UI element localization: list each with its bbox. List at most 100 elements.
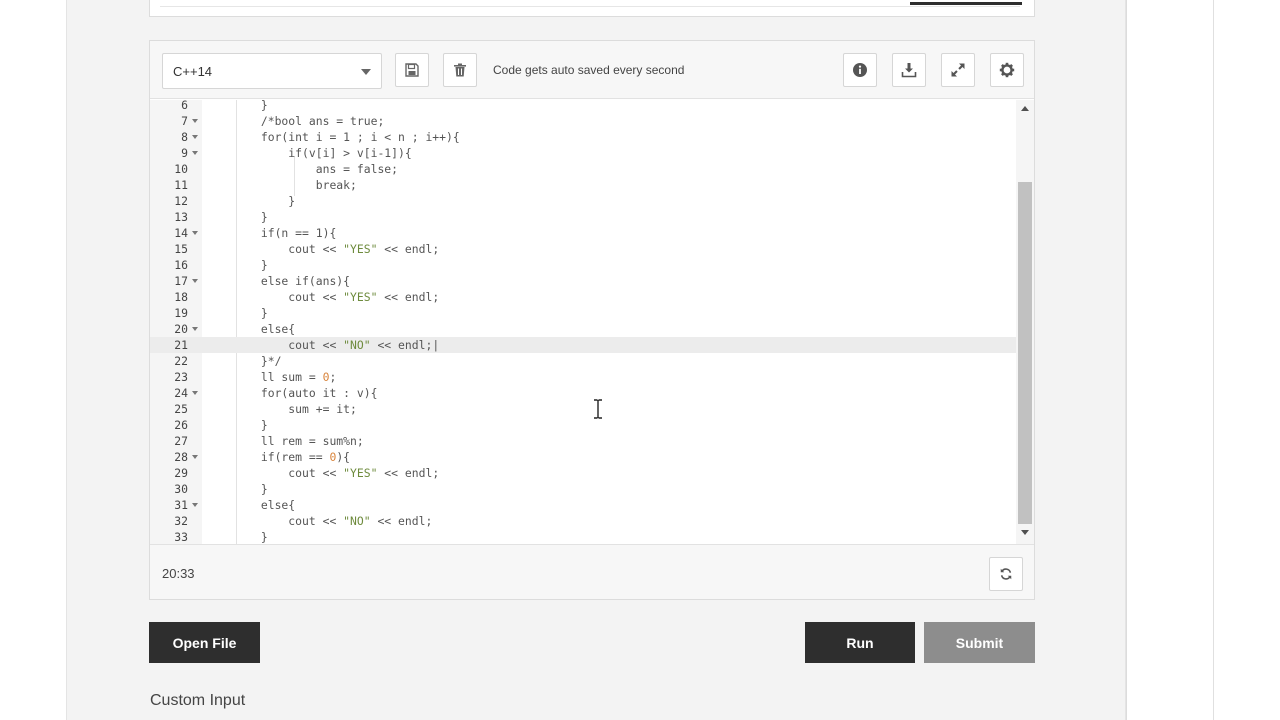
- trash-icon: [454, 63, 466, 77]
- line-number: 29: [174, 466, 188, 480]
- editor-toolbar: C++14 Code gets auto saved every second: [150, 41, 1034, 99]
- chevron-down-icon: [361, 69, 371, 75]
- line-number: 10: [174, 162, 188, 176]
- code-text: }: [206, 210, 268, 224]
- reset-button[interactable]: [989, 557, 1023, 591]
- code-line[interactable]: 17 else if(ans){: [150, 273, 1016, 289]
- button-edge: [910, 2, 1022, 5]
- custom-input-label: Custom Input: [150, 692, 246, 709]
- info-icon: [853, 63, 867, 77]
- line-number: 23: [174, 370, 188, 384]
- code-line[interactable]: 6 }: [150, 100, 1016, 113]
- line-number: 7: [181, 114, 188, 128]
- download-button[interactable]: [892, 53, 926, 87]
- code-line[interactable]: 11 break;: [150, 177, 1016, 193]
- code-text: ll rem = sum%n;: [206, 434, 364, 448]
- code-line[interactable]: 14 if(n == 1){: [150, 225, 1016, 241]
- code-line[interactable]: 19 }: [150, 305, 1016, 321]
- code-editor-card: C++14 Code gets auto saved every second: [149, 40, 1035, 600]
- code-text: else{: [206, 322, 296, 336]
- fold-arrow-icon[interactable]: [192, 231, 198, 235]
- code-line[interactable]: 29 cout << "YES" << endl;: [150, 465, 1016, 481]
- code-text: }: [206, 482, 268, 496]
- fullscreen-button[interactable]: [941, 53, 975, 87]
- code-text: ll sum = 0;: [206, 370, 337, 384]
- run-button[interactable]: Run: [805, 622, 915, 663]
- line-number: 19: [174, 306, 188, 320]
- autosave-status: Code gets auto saved every second: [493, 63, 685, 77]
- code-line[interactable]: 15 cout << "YES" << endl;: [150, 241, 1016, 257]
- code-line[interactable]: 24 for(auto it : v){: [150, 385, 1016, 401]
- code-line[interactable]: 26 }: [150, 417, 1016, 433]
- code-line[interactable]: 7 /*bool ans = true;: [150, 113, 1016, 129]
- submit-button[interactable]: Submit: [924, 622, 1035, 663]
- line-number: 12: [174, 194, 188, 208]
- language-select-value: C++14: [173, 64, 213, 79]
- fold-arrow-icon[interactable]: [192, 455, 198, 459]
- code-text: cout << "YES" << endl;: [206, 242, 440, 256]
- code-text: else{: [206, 498, 296, 512]
- cursor-position: 20:33: [162, 566, 195, 581]
- scrollbar-thumb[interactable]: [1018, 182, 1032, 524]
- fold-arrow-icon[interactable]: [192, 279, 198, 283]
- scroll-up-arrow-icon[interactable]: [1021, 106, 1029, 111]
- fold-arrow-icon[interactable]: [192, 119, 198, 123]
- code-text: }: [206, 194, 296, 208]
- code-line[interactable]: 21 cout << "NO" << endl;|: [150, 337, 1016, 353]
- divider: [160, 6, 1020, 7]
- code-text: cout << "YES" << endl;: [206, 290, 440, 304]
- settings-button[interactable]: [990, 53, 1024, 87]
- fold-arrow-icon[interactable]: [192, 503, 198, 507]
- download-icon: [901, 63, 917, 78]
- code-text: if(rem == 0){: [206, 450, 351, 464]
- code-line[interactable]: 10 ans = false;: [150, 161, 1016, 177]
- line-number: 13: [174, 210, 188, 224]
- fold-arrow-icon[interactable]: [192, 151, 198, 155]
- line-number: 25: [174, 402, 188, 416]
- line-number: 17: [174, 274, 188, 288]
- code-line[interactable]: 31 else{: [150, 497, 1016, 513]
- code-line[interactable]: 28 if(rem == 0){: [150, 449, 1016, 465]
- gear-icon: [999, 62, 1015, 78]
- code-text: cout << "NO" << endl;: [206, 514, 433, 528]
- text-cursor-icon: [594, 399, 602, 419]
- line-number: 9: [181, 146, 188, 160]
- save-button[interactable]: [395, 53, 429, 87]
- line-number: 32: [174, 514, 188, 528]
- open-file-button[interactable]: Open File: [149, 622, 260, 663]
- code-text: if(v[i] > v[i-1]){: [206, 146, 412, 160]
- code-line[interactable]: 22 }*/: [150, 353, 1016, 369]
- vertical-scrollbar[interactable]: [1016, 100, 1034, 544]
- code-text: cout << "NO" << endl;|: [206, 338, 440, 352]
- fold-arrow-icon[interactable]: [192, 327, 198, 331]
- code-line[interactable]: 18 cout << "YES" << endl;: [150, 289, 1016, 305]
- code-line[interactable]: 32 cout << "NO" << endl;: [150, 513, 1016, 529]
- code-text: /*bool ans = true;: [206, 114, 385, 128]
- info-button[interactable]: [843, 53, 877, 87]
- code-line[interactable]: 13 }: [150, 209, 1016, 225]
- code-line[interactable]: 16 }: [150, 257, 1016, 273]
- fold-arrow-icon[interactable]: [192, 391, 198, 395]
- line-number: 20: [174, 322, 188, 336]
- fold-arrow-icon[interactable]: [192, 135, 198, 139]
- code-editor[interactable]: 6 } 7 /*bool ans = true; 8 for(int i = 1 ;…: [150, 100, 1034, 544]
- code-text: sum += it;: [206, 402, 357, 416]
- code-text: }: [206, 306, 268, 320]
- code-line[interactable]: 30 }: [150, 481, 1016, 497]
- code-line[interactable]: 20 else{: [150, 321, 1016, 337]
- scroll-down-arrow-icon[interactable]: [1021, 530, 1029, 535]
- line-number: 16: [174, 258, 188, 272]
- delete-button[interactable]: [443, 53, 477, 87]
- code-line[interactable]: 25 sum += it;: [150, 401, 1016, 417]
- code-line[interactable]: 33 }: [150, 529, 1016, 544]
- code-line[interactable]: 9 if(v[i] > v[i-1]){: [150, 145, 1016, 161]
- language-select[interactable]: C++14: [162, 53, 382, 89]
- code-line[interactable]: 12 }: [150, 193, 1016, 209]
- code-line[interactable]: 23 ll sum = 0;: [150, 369, 1016, 385]
- code-text: }: [206, 258, 268, 272]
- code-line[interactable]: 27 ll rem = sum%n;: [150, 433, 1016, 449]
- refresh-icon: [1000, 568, 1012, 580]
- line-number: 15: [174, 242, 188, 256]
- code-line[interactable]: 8 for(int i = 1 ; i < n ; i++){: [150, 129, 1016, 145]
- line-number: 33: [174, 530, 188, 544]
